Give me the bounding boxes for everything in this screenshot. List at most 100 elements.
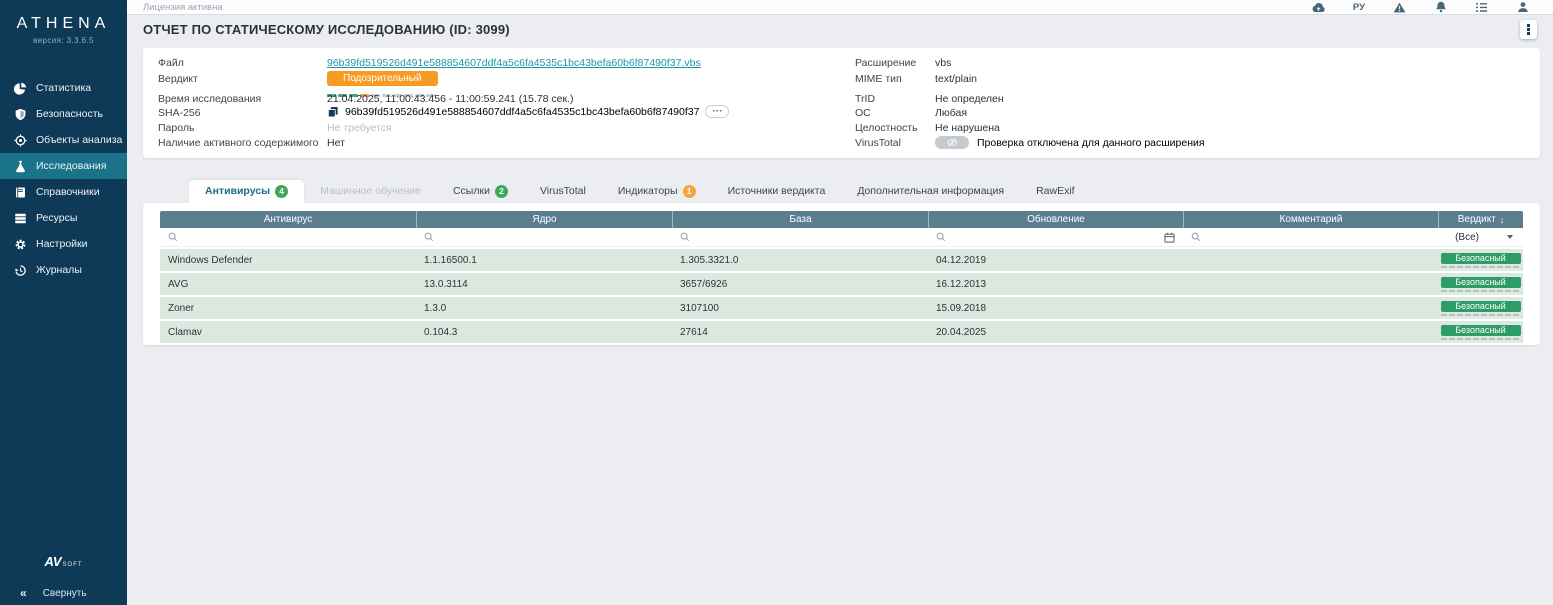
table-filter-row: (Все) bbox=[160, 228, 1523, 247]
cell-verdict: Безопасный bbox=[1438, 249, 1523, 271]
integrity-value: Не нарушена bbox=[935, 122, 1000, 134]
mime-label: MIME тип bbox=[855, 73, 902, 85]
warning-icon[interactable] bbox=[1393, 1, 1406, 13]
table-row[interactable]: AVG 13.0.3114 3657/6926 16.12.2013 Безоп… bbox=[160, 273, 1523, 295]
tab-virustotal[interactable]: VirusTotal bbox=[524, 180, 602, 203]
tab-additional-info[interactable]: Дополнительная информация bbox=[841, 180, 1020, 203]
app-window: ATHENA версия: 3.3.6.5 Статистика Безопа… bbox=[0, 0, 1553, 605]
task-list-icon[interactable] bbox=[1475, 1, 1488, 13]
cell-comment bbox=[1183, 321, 1438, 343]
pie-chart-icon bbox=[13, 81, 27, 95]
sidebar-item-label: Справочники bbox=[36, 186, 100, 198]
table-row[interactable]: Windows Defender 1.1.16500.1 1.305.3321.… bbox=[160, 249, 1523, 271]
sidebar-item-investigations[interactable]: Исследования bbox=[0, 153, 127, 179]
report-details-card: Файл 96b39fd519526d491e588854607ddf4a5c6… bbox=[143, 48, 1540, 158]
sidebar-item-security[interactable]: Безопасность bbox=[0, 101, 127, 127]
chevrons-left-icon: « bbox=[20, 586, 27, 600]
copy-icon[interactable] bbox=[327, 106, 339, 118]
filter-core-input[interactable] bbox=[416, 228, 672, 246]
shield-icon bbox=[13, 107, 27, 121]
tab-verdict-sources[interactable]: Источники вердикта bbox=[712, 180, 842, 203]
column-header-antivirus[interactable]: Антивирус bbox=[160, 211, 416, 228]
athena-logo: ATHENA bbox=[0, 15, 127, 33]
mime-value: text/plain bbox=[935, 73, 977, 85]
flask-icon bbox=[13, 159, 27, 173]
tab-links[interactable]: Ссылки 2 bbox=[437, 180, 524, 203]
search-icon bbox=[1191, 232, 1201, 242]
sidebar-item-statistics[interactable]: Статистика bbox=[0, 75, 127, 101]
tab-machine-learning[interactable]: Машинное обучение bbox=[304, 180, 437, 203]
calendar-icon[interactable] bbox=[1164, 232, 1175, 243]
sidebar-item-label: Безопасность bbox=[36, 108, 103, 120]
cell-core: 1.3.0 bbox=[416, 297, 672, 319]
verdict-row-meter bbox=[1441, 290, 1521, 292]
analysis-time-value: 21.04.2025, 11:00:43.456 - 11:00:59.241 … bbox=[327, 93, 573, 105]
sidebar-item-journals[interactable]: Журналы bbox=[0, 257, 127, 283]
sidebar-item-resources[interactable]: Ресурсы bbox=[0, 205, 127, 231]
cell-core: 1.1.16500.1 bbox=[416, 249, 672, 271]
topbar: Лицензия активна РУ bbox=[127, 0, 1553, 15]
filter-antivirus-input[interactable] bbox=[160, 228, 416, 246]
filter-updated-input[interactable] bbox=[928, 228, 1183, 246]
report-actions-kebab-button[interactable] bbox=[1520, 20, 1537, 39]
sort-descending-icon: ↓ bbox=[1500, 215, 1505, 225]
collapse-label: Свернуть bbox=[43, 588, 87, 599]
verdict-label: Вердикт bbox=[158, 73, 198, 85]
cloud-upload-icon[interactable] bbox=[1312, 1, 1325, 13]
column-header-updated[interactable]: Обновление bbox=[928, 211, 1183, 228]
language-selector[interactable]: РУ bbox=[1353, 2, 1365, 13]
cell-verdict: Безопасный bbox=[1438, 297, 1523, 319]
target-icon bbox=[13, 133, 27, 147]
tab-badge: 2 bbox=[495, 185, 508, 198]
integrity-label: Целостность bbox=[855, 122, 918, 134]
topbar-icons: РУ bbox=[1312, 1, 1529, 13]
table-row[interactable]: Clamav 0.104.3 27614 20.04.2025 Безопасн… bbox=[160, 321, 1523, 343]
table-row[interactable]: Zoner 1.3.0 3107100 15.09.2018 Безопасны… bbox=[160, 297, 1523, 319]
column-header-verdict[interactable]: Вердикт ↓ bbox=[1438, 211, 1523, 228]
file-link[interactable]: 96b39fd519526d491e588854607ddf4a5c6fa453… bbox=[327, 57, 701, 69]
extension-value: vbs bbox=[935, 57, 951, 69]
sidebar-item-settings[interactable]: Настройки bbox=[0, 231, 127, 257]
verdict-row-meter bbox=[1441, 338, 1521, 340]
sha256-value: 96b39fd519526d491e588854607ddf4a5c6fa453… bbox=[345, 106, 699, 118]
user-profile-icon[interactable] bbox=[1516, 1, 1529, 13]
verdict-safe-badge: Безопасный bbox=[1441, 277, 1521, 288]
notifications-bell-icon[interactable] bbox=[1434, 1, 1447, 13]
cell-antivirus: Windows Defender bbox=[160, 249, 416, 271]
cell-verdict: Безопасный bbox=[1438, 273, 1523, 295]
tab-antiviruses[interactable]: Антивирусы 4 bbox=[189, 180, 304, 203]
verdict-safe-badge: Безопасный bbox=[1441, 325, 1521, 336]
os-label: ОС bbox=[855, 107, 871, 119]
search-icon bbox=[680, 232, 690, 242]
sidebar-item-directories[interactable]: Справочники bbox=[0, 179, 127, 205]
cell-base: 3657/6926 bbox=[672, 273, 928, 295]
filter-base-input[interactable] bbox=[672, 228, 928, 246]
cell-comment bbox=[1183, 273, 1438, 295]
collapse-sidebar-button[interactable]: « Свернуть bbox=[0, 583, 127, 603]
column-header-comment[interactable]: Комментарий bbox=[1183, 211, 1438, 228]
virustotal-value: Проверка отключена для данного расширени… bbox=[977, 137, 1205, 149]
analysis-time-label: Время исследования bbox=[158, 93, 261, 105]
password-label: Пароль bbox=[158, 122, 194, 134]
verdict-row-meter bbox=[1441, 314, 1521, 316]
cell-core: 13.0.3114 bbox=[416, 273, 672, 295]
verdict-badge: Подозрительный bbox=[327, 71, 438, 86]
search-icon bbox=[936, 232, 946, 242]
cell-verdict: Безопасный bbox=[1438, 321, 1523, 343]
filter-verdict-dropdown[interactable]: (Все) bbox=[1438, 228, 1523, 246]
verdict-safe-badge: Безопасный bbox=[1441, 253, 1521, 264]
filter-comment-input[interactable] bbox=[1183, 228, 1438, 246]
sidebar-footer: AVSOFT « Свернуть bbox=[0, 553, 127, 605]
tab-rawexif[interactable]: RawExif bbox=[1020, 180, 1091, 203]
cell-updated: 20.04.2025 bbox=[928, 321, 1183, 343]
sidebar-item-analysis-objects[interactable]: Объекты анализа bbox=[0, 127, 127, 153]
cell-antivirus: Zoner bbox=[160, 297, 416, 319]
column-header-base[interactable]: База bbox=[672, 211, 928, 228]
sidebar-item-label: Исследования bbox=[36, 160, 106, 172]
cell-updated: 15.09.2018 bbox=[928, 297, 1183, 319]
column-header-core[interactable]: Ядро bbox=[416, 211, 672, 228]
tab-indicators[interactable]: Индикаторы 1 bbox=[602, 180, 712, 203]
password-value: Не требуется bbox=[327, 122, 392, 134]
extension-label: Расширение bbox=[855, 57, 916, 69]
sha256-more-button[interactable]: ··· bbox=[705, 105, 729, 118]
